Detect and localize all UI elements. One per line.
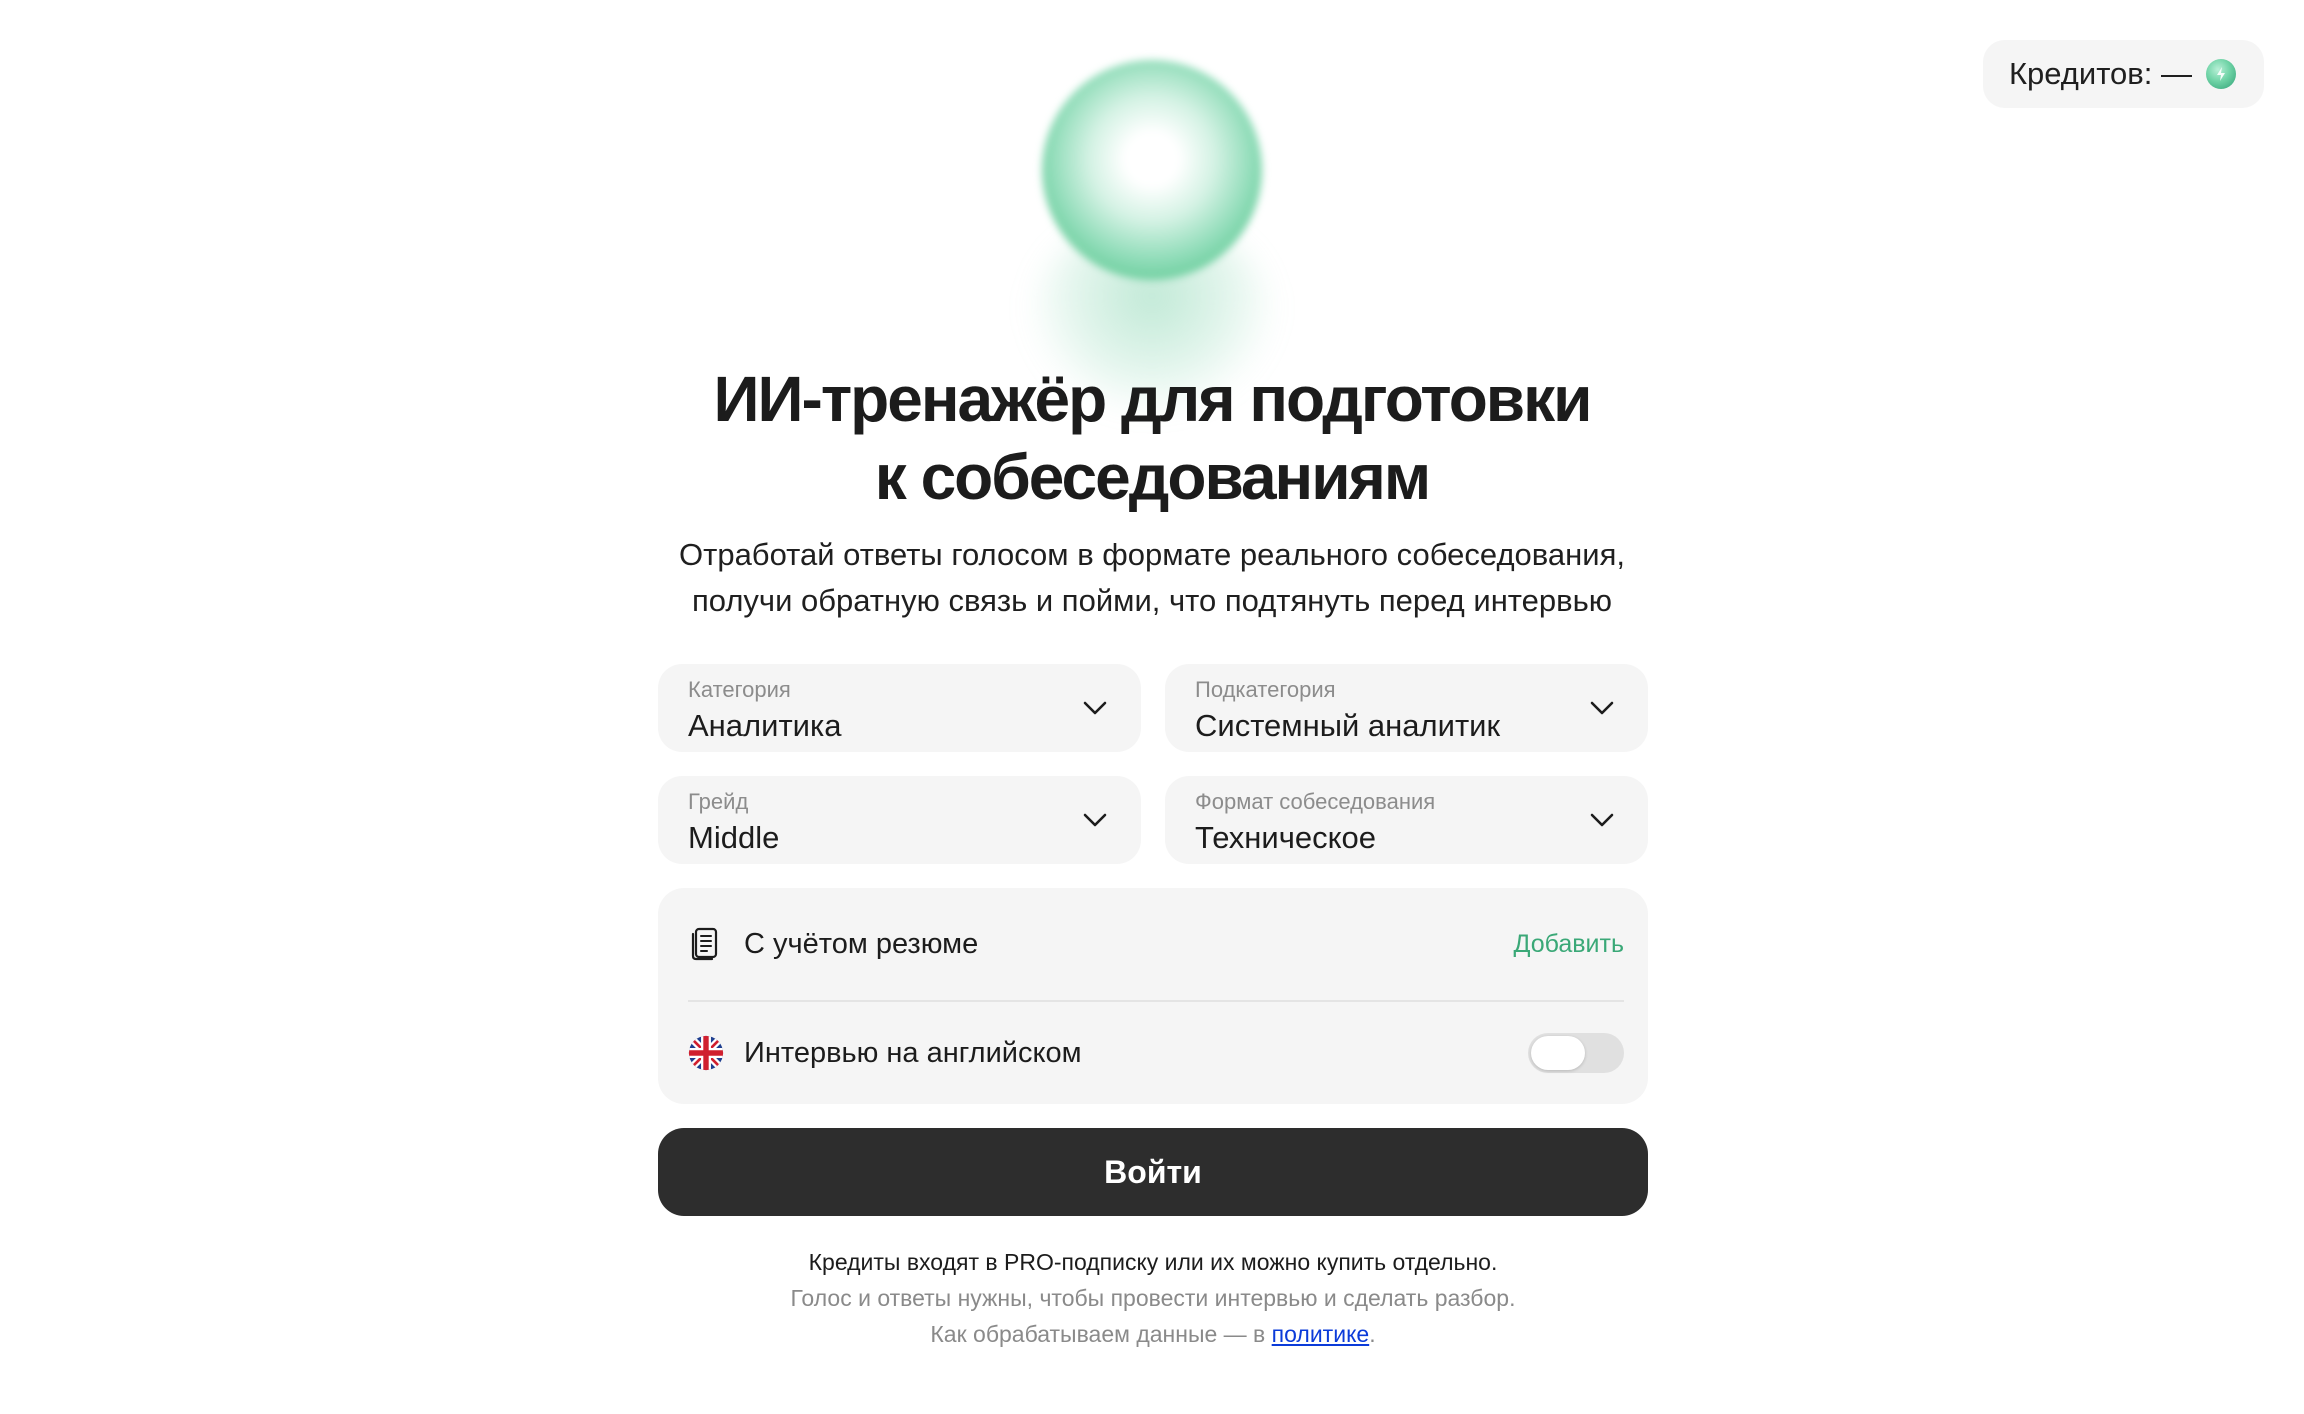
subtitle-line-1: Отработай ответы голосом в формате реаль…	[679, 537, 1625, 572]
format-label: Формат собеседования	[1195, 789, 1436, 814]
category-value: Аналитика	[688, 708, 842, 743]
page-subtitle: Отработай ответы голосом в формате реаль…	[0, 532, 2304, 624]
toggle-knob	[1531, 1036, 1585, 1070]
chevron-down-icon	[1083, 813, 1107, 827]
grade-label: Грейд	[688, 789, 749, 814]
page-title: ИИ-тренажёр для подготовки к собеседован…	[0, 360, 2304, 516]
grade-select[interactable]: Грейд Middle	[658, 776, 1141, 864]
title-line-1: ИИ-тренажёр для подготовки	[713, 363, 1593, 435]
options-panel: С учётом резюме Добавить Интервью на анг…	[658, 888, 1648, 1104]
english-toggle[interactable]	[1528, 1033, 1624, 1073]
form-row-1: Категория Аналитика Подкатегория Системн…	[658, 664, 1648, 752]
document-icon	[688, 926, 724, 962]
grade-value: Middle	[688, 820, 780, 855]
credit-coin-icon	[2206, 59, 2236, 89]
policy-prefix: Как обрабатываем данные — в	[930, 1321, 1272, 1347]
credits-badge[interactable]: Кредитов: —	[1982, 40, 2264, 108]
voice-note: Голос и ответы нужны, чтобы провести инт…	[790, 1285, 1516, 1311]
subcategory-value: Системный аналитик	[1195, 708, 1501, 743]
format-select[interactable]: Формат собеседования Техническое	[1165, 776, 1648, 864]
data-policy-note: Как обрабатываем данные — в политике.	[658, 1316, 1648, 1352]
subtitle-line-2: получи обратную связь и пойми, что подтя…	[691, 583, 1613, 618]
form-row-2: Грейд Middle Формат собеседования Технич…	[658, 776, 1648, 864]
chevron-down-icon	[1590, 813, 1614, 827]
credits-label: Кредитов: —	[2008, 56, 2192, 91]
resume-option: С учётом резюме Добавить	[688, 888, 1624, 1000]
footer-notes: Кредиты входят в PRO-подписку или их мож…	[658, 1244, 1648, 1352]
format-value: Техническое	[1195, 820, 1376, 855]
resume-label: С учётом резюме	[744, 927, 979, 960]
app-window: Кредитов: — ИИ-тренажёр для подготовки к…	[0, 0, 2304, 1414]
category-select[interactable]: Категория Аналитика	[658, 664, 1141, 752]
interview-setup-form: Категория Аналитика Подкатегория Системн…	[658, 664, 1648, 1352]
credits-note: Кредиты входят в PRO-подписку или их мож…	[808, 1249, 1498, 1275]
ai-orb	[1042, 60, 1262, 280]
policy-suffix: .	[1369, 1321, 1376, 1347]
login-button[interactable]: Войти	[658, 1128, 1648, 1216]
chevron-down-icon	[1083, 701, 1107, 715]
english-option: Интервью на английском	[688, 1000, 1624, 1104]
subcategory-label: Подкатегория	[1195, 677, 1336, 702]
category-label: Категория	[688, 677, 791, 702]
english-label: Интервью на английском	[744, 1036, 1082, 1069]
title-line-2: к собеседованиям	[874, 441, 1431, 513]
uk-flag-icon	[688, 1035, 724, 1071]
chevron-down-icon	[1590, 701, 1614, 715]
add-resume-button[interactable]: Добавить	[1514, 930, 1625, 959]
policy-link[interactable]: политике	[1272, 1321, 1370, 1347]
subcategory-select[interactable]: Подкатегория Системный аналитик	[1165, 664, 1648, 752]
